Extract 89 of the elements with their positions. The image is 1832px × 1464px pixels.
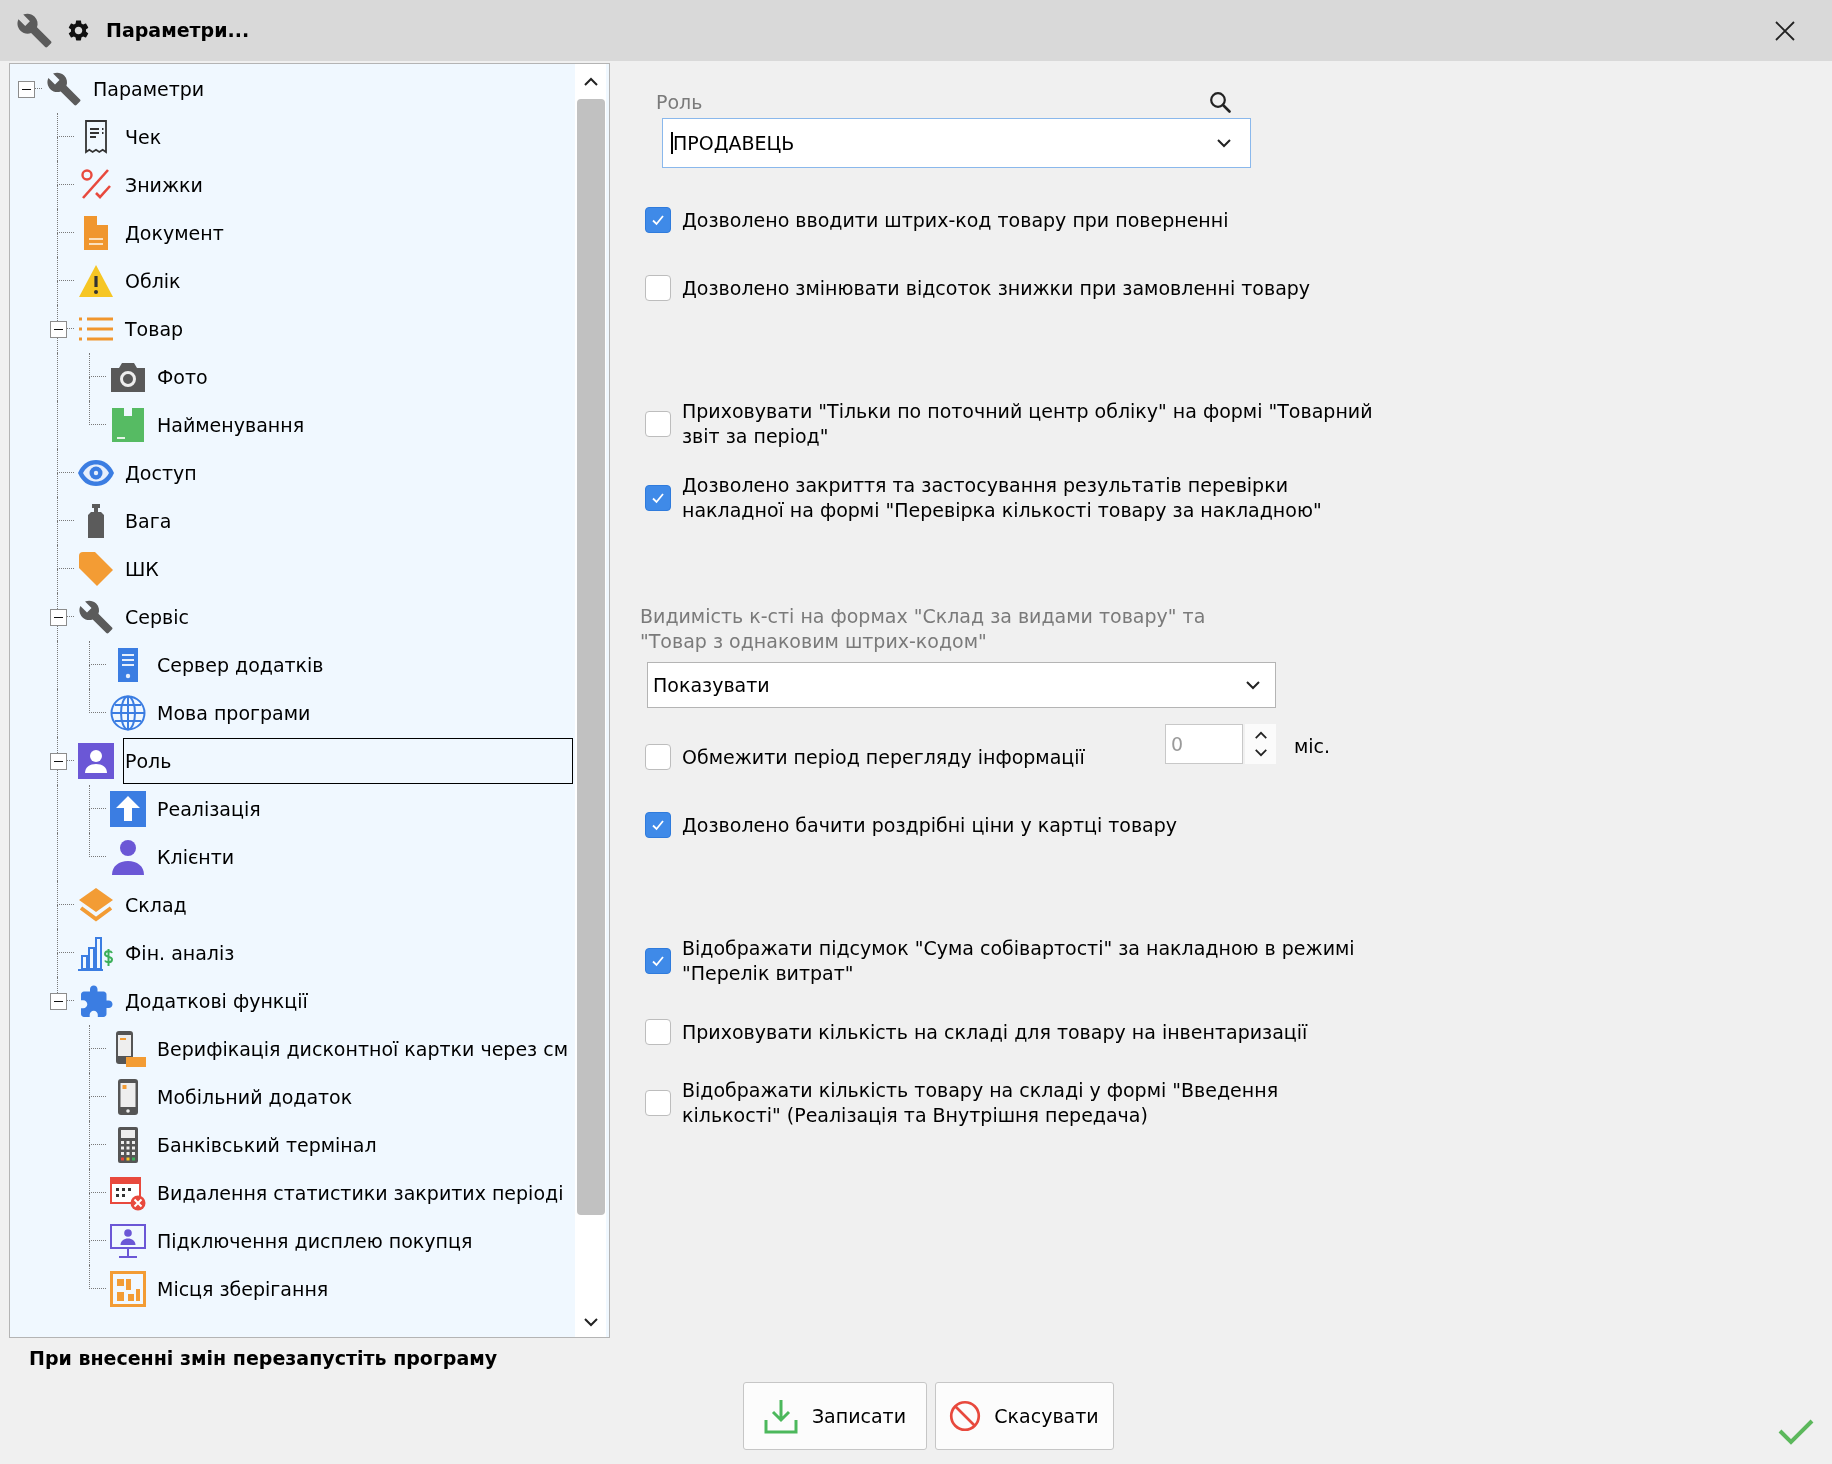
wrench-icon	[16, 12, 53, 49]
tag-icon	[78, 551, 114, 587]
tree-item[interactable]: Мобільний додаток	[155, 1074, 357, 1120]
checkbox-label: Дозволено бачити роздрібні ціни у картці товару	[682, 812, 1178, 838]
collapse-icon[interactable]	[17, 80, 35, 98]
arrow-up-square-icon	[110, 791, 146, 827]
prohibited-icon	[949, 1400, 982, 1432]
globe-icon	[110, 695, 146, 731]
tree-item[interactable]: Сервер додатків	[155, 642, 328, 688]
chart-dollar-icon	[78, 935, 114, 971]
scrollbar-thumb[interactable]	[576, 99, 605, 1215]
checkbox[interactable]	[645, 207, 671, 233]
close-icon[interactable]	[1774, 19, 1796, 42]
tree-item[interactable]: Підключення дисплею покупця	[155, 1218, 477, 1264]
checkbox[interactable]	[645, 948, 671, 974]
user-square-icon	[78, 743, 114, 779]
checkbox-label: Приховувати "Тільки по поточний центр обліку" на формі "Товарний звіт за період"	[682, 399, 1374, 449]
box-icon	[110, 407, 146, 443]
checkbox-label: Дозволено закриття та застосування результатів перевірки накладної на формі "Перевірка кількості товару за накладною"	[682, 473, 1323, 523]
checkbox[interactable]	[645, 411, 671, 437]
chevron-up-icon[interactable]	[582, 77, 599, 87]
user-icon	[110, 839, 146, 875]
collapse-icon[interactable]	[49, 320, 67, 338]
checkbox[interactable]	[645, 275, 671, 301]
checkbox-label: Дозволено вводити штрих-код товару при поверненні	[682, 207, 1229, 233]
field-label: Видимість к-сті на формах "Склад за видами товару" та "Товар з однаковим штрих-кодом"	[640, 604, 1207, 654]
calendar-delete-icon	[110, 1175, 146, 1211]
cancel-button[interactable]: Скасувати	[934, 1382, 1114, 1450]
chevron-up-icon[interactable]	[1253, 731, 1268, 740]
chevron-down-icon	[1245, 680, 1261, 690]
wrench-icon	[78, 599, 114, 635]
tree-item[interactable]: Параметри	[91, 66, 209, 112]
layers-icon	[78, 887, 114, 923]
puzzle-icon	[78, 983, 114, 1019]
download-icon	[762, 1398, 799, 1434]
tree-item[interactable]: Найменування	[155, 402, 309, 448]
checkbox-label: Дозволено змінювати відсоток знижки при замовленні товару	[682, 275, 1311, 301]
tree-item[interactable]: Вага	[123, 498, 176, 544]
collapse-icon[interactable]	[49, 608, 67, 626]
checkbox[interactable]	[645, 1090, 671, 1116]
checkbox-label: Обмежити період перегляду інформації	[682, 744, 1085, 770]
combo-box[interactable]: ПРОДАВЕЦЬ	[662, 118, 1251, 168]
text-cursor	[671, 132, 673, 154]
chevron-down-icon[interactable]	[582, 1317, 599, 1327]
tree-item[interactable]: Чек	[123, 114, 166, 160]
checkbox-label: Відображати кількість товару на складі у формі "Введення кількості" (Реалізація та Внутрішня передача)	[682, 1078, 1280, 1128]
warning-icon	[78, 263, 114, 299]
save-button[interactable]: Записати	[742, 1382, 927, 1450]
window-title: Параметри...	[106, 18, 250, 44]
checkbox[interactable]	[645, 744, 671, 770]
field-label: Роль	[656, 89, 703, 115]
checkbox[interactable]	[645, 1019, 671, 1045]
spin-buttons[interactable]	[1245, 724, 1276, 764]
tree-item[interactable]: Додаткові функції	[123, 978, 312, 1024]
tree-item[interactable]: Знижки	[123, 162, 207, 208]
tree-item[interactable]: Реалізація	[155, 786, 265, 832]
search-icon[interactable]	[1209, 91, 1231, 113]
tree-item[interactable]: Видалення статистики закритих періоді	[155, 1170, 568, 1216]
collapse-icon[interactable]	[49, 992, 67, 1010]
tree-item[interactable]: Доступ	[123, 450, 201, 496]
check-icon	[1778, 1418, 1814, 1445]
tree-item[interactable]: Облік	[123, 258, 185, 304]
monitor-user-icon	[110, 1223, 146, 1259]
restart-notice: При внесенні змін перезапустіть програму	[29, 1346, 498, 1371]
checkbox-label: Відображати підсумок "Сума собівартості" за накладною в режимі "Перелік витрат"	[682, 936, 1356, 986]
tree-item[interactable]: Фото	[155, 354, 212, 400]
tree-item[interactable]: Місця зберігання	[155, 1266, 333, 1312]
tree-item[interactable]: Мова програми	[155, 690, 315, 736]
tree-item[interactable]: Товар	[123, 306, 188, 352]
tree-item[interactable]: Фін. аналіз	[123, 930, 239, 976]
tree-item[interactable]: Роль	[123, 738, 573, 784]
tree-item[interactable]: Клієнти	[155, 834, 239, 880]
tree-item[interactable]: Документ	[123, 210, 228, 256]
checkbox[interactable]	[645, 812, 671, 838]
unit-label: міс.	[1294, 734, 1331, 759]
gear-icon	[66, 18, 91, 43]
tree-item[interactable]: Верифікація дисконтної картки через см	[155, 1026, 573, 1072]
tree-item[interactable]: Банківський термінал	[155, 1122, 381, 1168]
checkbox-label: Приховувати кількість на складі для товару на інвентаризації	[682, 1019, 1308, 1045]
checkbox[interactable]	[645, 485, 671, 511]
wrench-icon	[46, 71, 82, 107]
chevron-down-icon	[1216, 138, 1232, 148]
chevron-down-icon[interactable]	[1253, 748, 1268, 757]
combo-box[interactable]: Показувати	[647, 662, 1276, 708]
tree-item[interactable]: ШК	[123, 546, 163, 592]
collapse-icon[interactable]	[49, 752, 67, 770]
tree-item[interactable]: Сервіс	[123, 594, 193, 640]
tree-item[interactable]: Склад	[123, 882, 191, 928]
shelves-icon	[110, 1271, 146, 1307]
